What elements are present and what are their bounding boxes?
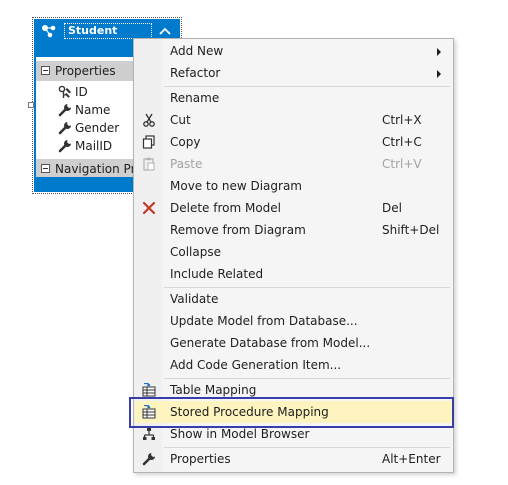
menu-item-shortcut: Del — [382, 201, 402, 215]
menu-item-add-code-generation[interactable]: Add Code Generation Item... — [135, 354, 452, 376]
menu-item-label: Delete from Model — [170, 201, 282, 215]
menu-item-label: Update Model from Database... — [170, 314, 358, 328]
menu-item-label: Copy — [170, 135, 201, 149]
wrench-icon — [58, 139, 72, 153]
menu-item-move-to-new-diagram[interactable]: Move to new Diagram — [135, 175, 452, 197]
properties-section-label: Properties — [55, 64, 116, 78]
menu-item-collapse[interactable]: Collapse — [135, 241, 452, 263]
submenu-arrow-icon — [437, 70, 441, 78]
menu-item-label: Add Code Generation Item... — [170, 358, 342, 372]
menu-item-shortcut: Shift+Del — [382, 223, 440, 237]
menu-item-refactor[interactable]: Refactor — [135, 62, 452, 84]
menu-item-include-related[interactable]: Include Related — [135, 263, 452, 285]
menu-item-rename[interactable]: Rename — [135, 87, 452, 109]
collapse-chevron-icon[interactable] — [158, 25, 172, 37]
menu-item-label: Cut — [170, 113, 191, 127]
menu-item-label: Table Mapping — [170, 383, 257, 397]
menu-item-shortcut: Ctrl+C — [382, 135, 422, 149]
menu-item-label: Add New — [170, 44, 224, 58]
menu-item-label: Rename — [170, 91, 220, 105]
wrench-icon — [58, 121, 72, 135]
property-name: MailID — [75, 139, 113, 153]
menu-item-generate-database[interactable]: Generate Database from Model... — [135, 332, 452, 354]
table-mapping-icon — [142, 382, 156, 397]
menu-item-delete-from-model[interactable]: Delete from Model Del — [135, 197, 452, 219]
menu-item-validate[interactable]: Validate — [135, 288, 452, 310]
menu-item-label: Refactor — [170, 66, 221, 80]
menu-item-label: Validate — [170, 292, 219, 306]
collapse-minus-icon[interactable] — [41, 164, 50, 173]
menu-item-add-new[interactable]: Add New — [135, 40, 452, 62]
model-browser-icon — [142, 427, 156, 441]
menu-item-label: Include Related — [170, 267, 264, 281]
navigation-section-label: Navigation Pro — [55, 162, 143, 176]
menu-item-cut[interactable]: Cut Ctrl+X — [135, 109, 452, 131]
menu-item-label: Generate Database from Model... — [170, 336, 371, 350]
menu-item-update-model[interactable]: Update Model from Database... — [135, 310, 452, 332]
menu-item-properties[interactable]: Properties Alt+Enter — [135, 448, 452, 470]
menu-item-label: Paste — [170, 157, 203, 171]
menu-item-shortcut: Ctrl+V — [382, 157, 422, 171]
menu-item-shortcut: Alt+Enter — [382, 452, 441, 466]
menu-item-label: Properties — [170, 452, 231, 466]
delete-x-icon — [142, 201, 156, 215]
submenu-arrow-icon — [437, 48, 441, 56]
menu-item-remove-from-diagram[interactable]: Remove from Diagram Shift+Del — [135, 219, 452, 241]
menu-item-label: Show in Model Browser — [170, 427, 310, 441]
copy-icon — [142, 135, 156, 149]
entity-title[interactable]: Student — [64, 23, 152, 39]
scissors-icon — [142, 113, 156, 127]
menu-item-copy[interactable]: Copy Ctrl+C — [135, 131, 452, 153]
property-name: ID — [75, 85, 88, 99]
key-wrench-icon — [58, 85, 72, 99]
wrench-icon — [58, 103, 72, 117]
menu-item-label: Move to new Diagram — [170, 179, 302, 193]
property-name: Name — [75, 103, 111, 117]
menu-item-label: Remove from Diagram — [170, 223, 306, 237]
property-name: Gender — [75, 121, 120, 135]
entity-type-icon — [41, 24, 57, 38]
highlight-annotation-box — [129, 397, 454, 428]
menu-item-label: Collapse — [170, 245, 221, 259]
menu-item-paste: Paste Ctrl+V — [135, 153, 452, 175]
menu-item-shortcut: Ctrl+X — [382, 113, 422, 127]
paste-icon — [142, 157, 156, 171]
wrench-icon — [142, 452, 156, 466]
collapse-minus-icon[interactable] — [41, 66, 50, 75]
